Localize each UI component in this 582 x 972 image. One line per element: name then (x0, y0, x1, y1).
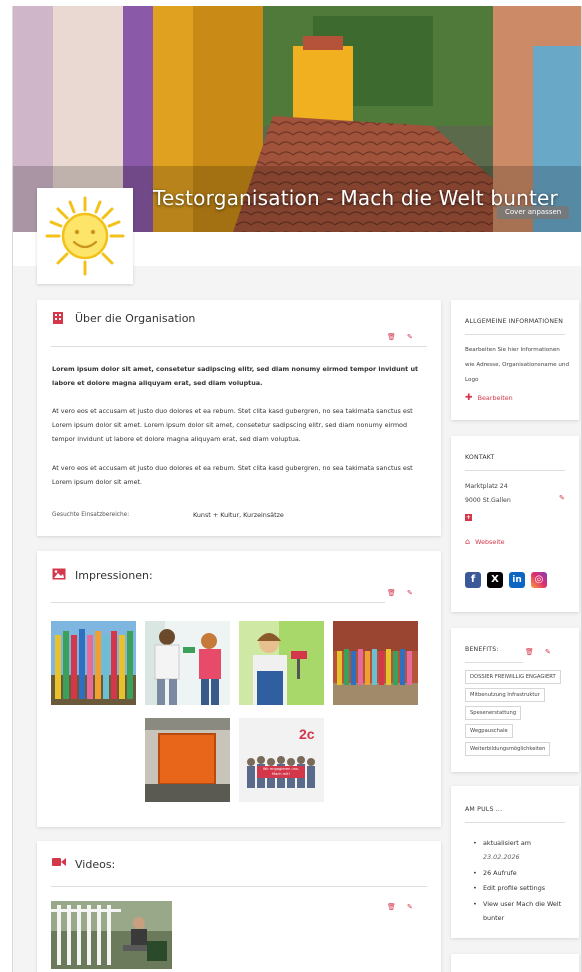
benefit-tag: DOSSIER FREIWILLIG ENGAGIERT (465, 670, 561, 684)
video-thumbnail[interactable] (51, 901, 172, 969)
facebook-icon[interactable]: f (465, 572, 481, 588)
gallery-image-fence[interactable] (51, 621, 136, 705)
about-paragraph-2: At vero eos et accusam et justo duo dolo… (52, 407, 413, 443)
poster-text: Wir engagieren uns. Mach mit! (262, 767, 300, 776)
impressions-title: Impressionen: (75, 569, 153, 582)
views-count: 26 Aufrufe (483, 869, 517, 877)
building-icon (53, 312, 63, 324)
edit-cover-button[interactable]: Cover anpassen (497, 206, 570, 219)
edit-pencil-icon[interactable]: ✎ (407, 903, 413, 911)
about-paragraph-3: At vero eos et accusam et justo duo dolo… (52, 464, 413, 486)
benefit-tag: Wegpauschale (465, 724, 513, 738)
delete-icon[interactable]: 🗑︎ (525, 648, 534, 656)
updated-date: 23.02.2026 (483, 853, 520, 861)
gallery-image-orange-door[interactable] (145, 718, 230, 802)
view-user-link[interactable]: View user Mach die Welt bunter (483, 897, 571, 925)
sidebar-card-next (451, 954, 579, 972)
bullet-dot: • (473, 869, 477, 877)
gallery-image-painting-kids[interactable] (145, 621, 230, 705)
instagram-icon[interactable]: ◎ (531, 572, 547, 588)
plus-icon: ✚ (465, 393, 473, 403)
edit-pencil-icon[interactable]: ✎ (407, 333, 413, 341)
impressions-card: Impressionen: 🗑︎ ✎ 2c Wir engagieren uns… (37, 551, 441, 827)
swiss-flag-icon: + (465, 514, 472, 521)
website-link[interactable]: ⌂ Webseite (465, 537, 505, 546)
page-frame: Testorganisation - Mach die Welt bunter … (12, 6, 582, 972)
gallery-image-painted-fence[interactable] (333, 621, 418, 705)
about-card: Über die Organisation 🗑︎ ✎ Lorem ipsum d… (37, 300, 441, 536)
benefit-tag: Mitbenutzung Infrastruktur (465, 688, 545, 702)
edit-profile-link[interactable]: Edit profile settings (483, 881, 545, 895)
delete-icon[interactable]: 🗑︎ (387, 333, 396, 341)
bullet-dot: • (473, 884, 477, 892)
general-info-card: ALLGEMEINE INFORMATIONEN Bearbeiten Sie … (451, 300, 579, 420)
areas-label: Gesuchte Einsatzbereiche: (52, 512, 130, 518)
delete-icon[interactable]: 🗑︎ (387, 589, 396, 597)
videos-card: Videos: 🗑︎ ✎ (37, 841, 441, 972)
general-info-text: Bearbeiten Sie hier Informationen wie Ad… (465, 347, 570, 383)
video-camera-icon (52, 858, 66, 866)
contact-card: KONTAKT Marktplatz 24 9000 St.Gallen ✎ +… (451, 436, 579, 612)
x-icon[interactable]: X (487, 572, 503, 588)
image-icon (52, 568, 66, 580)
about-title: Über die Organisation (75, 312, 196, 325)
delete-icon[interactable]: 🗑︎ (387, 903, 396, 911)
divider (51, 346, 427, 347)
divider (465, 334, 565, 335)
organisation-logo (37, 188, 133, 284)
divider (51, 886, 427, 887)
pulse-card: AM PULS ... • aktualisiert am 23.02.2026… (451, 786, 579, 938)
bullet-dot: • (473, 900, 477, 908)
contact-title: KONTAKT (465, 454, 495, 461)
videos-title: Videos: (75, 858, 116, 871)
linkedin-icon[interactable]: in (509, 572, 525, 588)
benefit-tag: Weiterbildungsmöglichkeiten (465, 742, 551, 756)
updated-label: aktualisiert am (483, 839, 531, 847)
gallery-image-group-poster[interactable]: 2c Wir engagieren uns. Mach mit! (239, 718, 324, 802)
edit-pencil-icon[interactable]: ✎ (407, 589, 413, 597)
website-label: Webseite (475, 538, 505, 546)
areas-value: Kunst + Kultur, Kurzeinsätze (193, 511, 284, 519)
about-paragraph-1: Lorem ipsum dolor sit amet, consetetur s… (52, 365, 419, 387)
benefits-title: BENEFITS: (465, 646, 499, 653)
bullet-dot: • (473, 839, 477, 847)
general-edit-label: Bearbeiten (477, 394, 513, 402)
divider (465, 470, 565, 471)
divider (465, 822, 565, 823)
home-icon: ⌂ (465, 537, 471, 546)
benefits-card: BENEFITS: 🗑︎ ✎ DOSSIER FREIWILLIG ENGAGI… (451, 628, 579, 772)
general-edit-link[interactable]: ✚ Bearbeiten (465, 393, 513, 403)
divider (465, 662, 523, 663)
poster-number: 2c (299, 726, 315, 742)
divider (51, 602, 385, 603)
sun-logo-icon (45, 196, 125, 276)
contact-city: 9000 St.Gallen (465, 497, 511, 504)
edit-pencil-icon[interactable]: ✎ (559, 494, 565, 502)
contact-street: Marktplatz 24 (465, 483, 508, 490)
gallery-image-woman-roller[interactable] (239, 621, 324, 705)
benefit-tag: Spesenerstattung (465, 706, 522, 720)
pulse-title: AM PULS ... (465, 806, 503, 813)
edit-pencil-icon[interactable]: ✎ (545, 648, 551, 656)
general-info-title: ALLGEMEINE INFORMATIONEN (465, 318, 564, 325)
